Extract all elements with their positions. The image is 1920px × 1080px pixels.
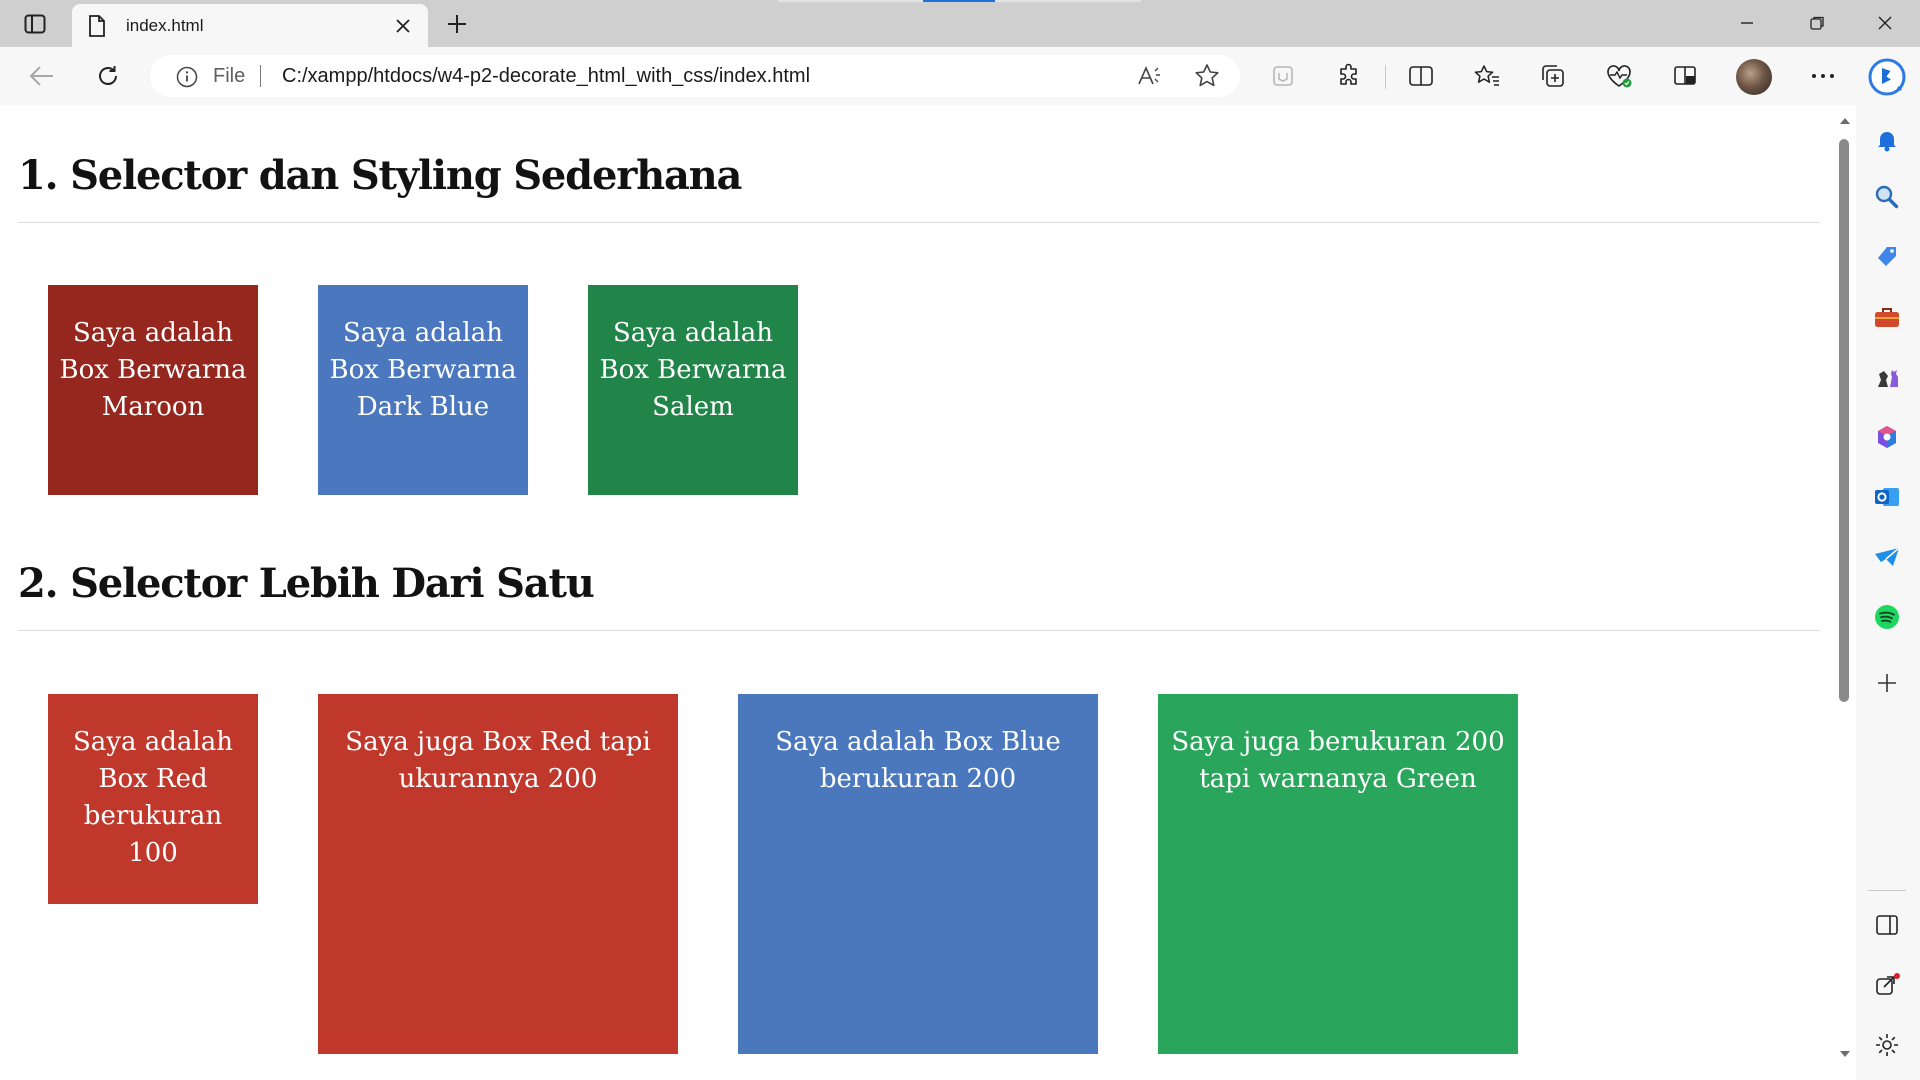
navigation-toolbar: File C:/xampp/htdocs/w4-p2-decorate_html… [0, 47, 1920, 105]
heading-2-rule [18, 630, 1820, 631]
more-menu-icon [1812, 74, 1834, 78]
notifications-button[interactable] [1870, 123, 1904, 157]
address-bar[interactable]: File C:/xampp/htdocs/w4-p2-decorate_html… [150, 55, 1240, 97]
minimize-button[interactable] [1714, 0, 1780, 46]
split-screen-icon [1409, 66, 1433, 86]
scroll-up-arrow[interactable] [1836, 114, 1854, 128]
favorite-star-icon[interactable] [1192, 62, 1222, 90]
tab-loading-indicator-active [923, 0, 995, 2]
add-icon [1878, 674, 1896, 692]
external-link-icon [1876, 973, 1900, 995]
read-aloud-icon[interactable] [1136, 63, 1164, 89]
tab-actions-button[interactable] [20, 11, 50, 37]
outlook-icon [1875, 488, 1899, 506]
favorites-button[interactable] [1469, 59, 1505, 93]
settings-icon [1876, 1034, 1898, 1056]
favorites-icon [1474, 65, 1499, 86]
search-button[interactable] [1870, 180, 1904, 214]
tools-icon [1875, 308, 1899, 327]
box-green-200: Saya juga berukuran 200 tapi warnanya Gr… [1158, 694, 1518, 1054]
games-button[interactable] [1870, 360, 1904, 394]
heading-1-rule [18, 222, 1820, 223]
address-separator [260, 65, 261, 87]
site-info-icon[interactable] [176, 66, 198, 92]
box-dark-blue: Saya adalah Box Berwarna Dark Blue [318, 285, 528, 495]
close-window-button[interactable] [1852, 0, 1918, 46]
new-tab-button[interactable] [440, 8, 474, 40]
reading-view-icon [1674, 66, 1696, 85]
spotify-button[interactable] [1870, 600, 1904, 634]
heading-1: 1. Selector dan Styling Sederhana [18, 152, 742, 199]
box-maroon: Saya adalah Box Berwarna Maroon [48, 285, 258, 495]
add-sidebar-app-button[interactable] [1870, 666, 1904, 700]
telegram-button[interactable] [1870, 540, 1904, 574]
notifications-icon [1878, 132, 1896, 152]
reading-view-button[interactable] [1667, 59, 1703, 93]
telegram-icon [1875, 547, 1900, 566]
split-screen-button[interactable] [1403, 59, 1439, 93]
restore-icon [1810, 16, 1824, 30]
hide-sidebar-icon [1876, 915, 1898, 935]
spotify-icon [1875, 605, 1899, 629]
tab-actions-icon [24, 14, 46, 34]
browser-essentials-button[interactable] [1265, 59, 1301, 93]
shopping-icon [1878, 247, 1896, 266]
microsoft365-icon [1878, 426, 1896, 448]
tab-strip: index.html [0, 0, 1920, 47]
sidebar-divider [1868, 890, 1906, 891]
profile-avatar[interactable] [1736, 59, 1772, 95]
chevron-down-icon [1840, 1051, 1850, 1057]
page-viewport: 1. Selector dan Styling Sederhana Saya a… [6, 105, 1834, 1075]
shopping-button[interactable] [1870, 240, 1904, 274]
restore-button[interactable] [1784, 0, 1850, 46]
extensions-icon [1340, 63, 1357, 85]
box-blue-200: Saya adalah Box Blue berukuran 200 [738, 694, 1098, 1054]
close-tab-icon[interactable] [392, 15, 414, 37]
back-button[interactable] [24, 59, 60, 93]
copilot-icon [1868, 58, 1906, 96]
browser-essentials-icon [1273, 66, 1293, 86]
back-icon [29, 66, 53, 86]
outlook-button[interactable] [1870, 480, 1904, 514]
open-external-button[interactable] [1870, 968, 1904, 1002]
microsoft365-button[interactable] [1870, 420, 1904, 454]
refresh-button[interactable] [90, 59, 126, 93]
box-salem: Saya adalah Box Berwarna Salem [588, 285, 798, 495]
more-menu-button[interactable] [1805, 59, 1841, 93]
hide-sidebar-button[interactable] [1870, 908, 1904, 942]
performance-button[interactable] [1601, 59, 1637, 93]
copilot-button[interactable] [1864, 54, 1910, 100]
url-text[interactable]: C:/xampp/htdocs/w4-p2-decorate_html_with… [282, 65, 810, 88]
scroll-thumb[interactable] [1839, 139, 1849, 702]
collections-icon [1542, 65, 1564, 87]
toolbar-divider [1385, 65, 1386, 89]
search-icon [1875, 185, 1899, 209]
settings-button[interactable] [1870, 1028, 1904, 1062]
scheme-label: File [213, 65, 246, 87]
extensions-button[interactable] [1331, 59, 1367, 93]
page-icon [88, 15, 106, 41]
box-red-200: Saya juga Box Red tapi ukurannya 200 [318, 694, 678, 1054]
tab-title: index.html [126, 16, 204, 35]
refresh-icon [99, 66, 117, 85]
performance-icon [1607, 65, 1632, 88]
tab-index-html[interactable]: index.html [72, 4, 428, 47]
minimize-icon [1741, 22, 1753, 24]
games-icon [1878, 370, 1898, 387]
collections-button[interactable] [1535, 59, 1571, 93]
heading-2: 2. Selector Lebih Dari Satu [18, 560, 595, 607]
scroll-down-arrow[interactable] [1836, 1047, 1854, 1061]
chevron-up-icon [1840, 118, 1850, 124]
close-icon [1878, 16, 1892, 30]
tools-button[interactable] [1870, 300, 1904, 334]
box-red-100: Saya adalah Box Red berukuran 100 [48, 694, 258, 904]
plus-icon [448, 15, 466, 33]
